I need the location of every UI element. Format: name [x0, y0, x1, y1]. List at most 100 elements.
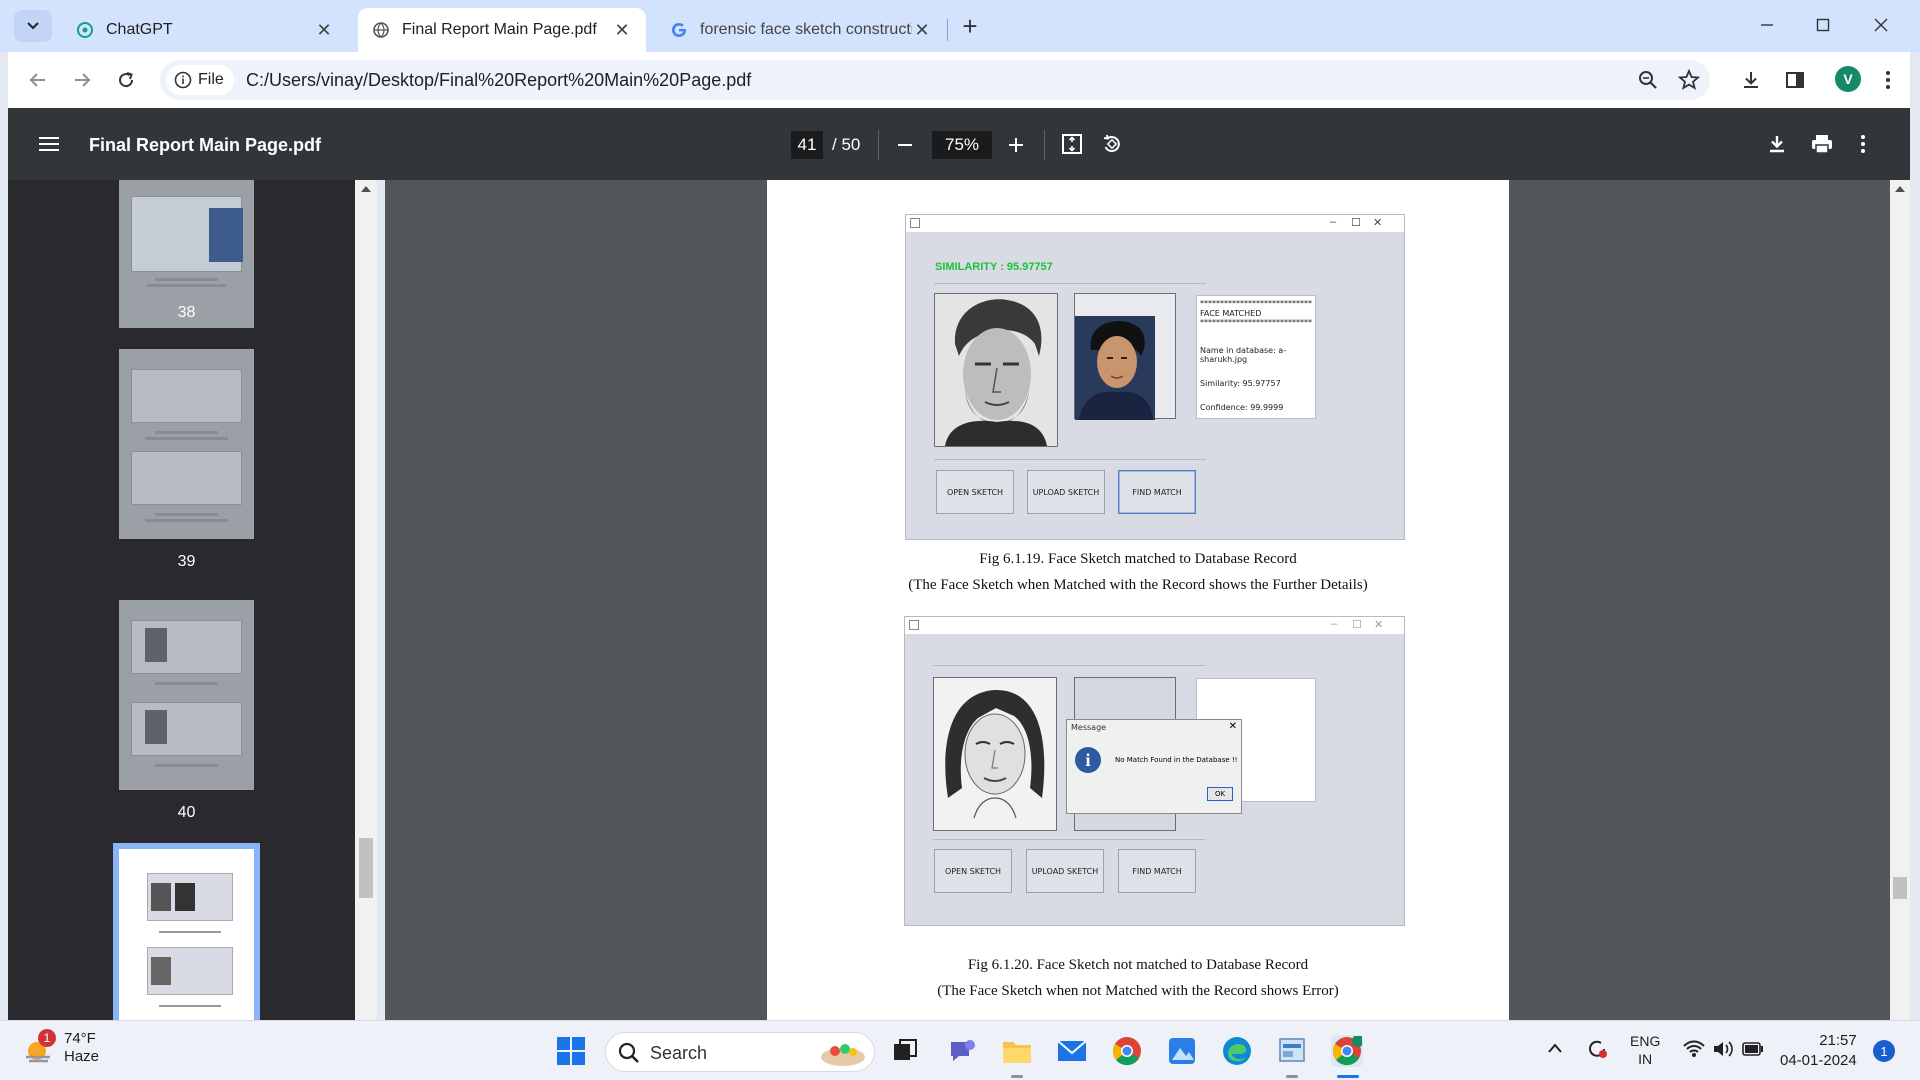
chatgpt-icon: [76, 21, 94, 39]
new-tab-button[interactable]: +: [955, 11, 985, 41]
teams-chat-icon[interactable]: [946, 1035, 978, 1067]
sync-icon[interactable]: [1585, 1037, 1609, 1066]
system-clock[interactable]: 21:57 04-01-2024: [1780, 1031, 1857, 1070]
document-scrollbar[interactable]: [1890, 180, 1910, 1020]
reload-button[interactable]: [110, 64, 142, 96]
maximize-icon: ☐: [1352, 619, 1362, 631]
bookmark-star-icon[interactable]: [1677, 68, 1701, 96]
browser-menu-button[interactable]: [1872, 64, 1904, 96]
sidebar-toggle-button[interactable]: [34, 129, 64, 159]
tab-chatgpt[interactable]: ChatGPT ✕: [62, 8, 348, 52]
page-thumbnail-41[interactable]: [113, 843, 260, 1020]
edge-icon[interactable]: [1221, 1035, 1253, 1067]
zoom-icon[interactable]: [1638, 70, 1658, 95]
app-titlebar: – ☐ ✕: [906, 215, 1404, 232]
document-scroll-thumb[interactable]: [1893, 877, 1907, 899]
profile-avatar[interactable]: V: [1835, 66, 1861, 92]
page-thumbnail-40[interactable]: [119, 600, 254, 790]
site-info-chip[interactable]: File: [166, 65, 234, 95]
page-number-input[interactable]: 41: [791, 131, 823, 159]
address-bar[interactable]: File C:/Users/vinay/Desktop/Final%20Repo…: [160, 60, 1710, 100]
wifi-icon[interactable]: [1683, 1040, 1705, 1063]
tab-final-report[interactable]: Final Report Main Page.pdf ✕: [358, 8, 646, 52]
info-line: FACE MATCHED: [1200, 308, 1262, 318]
sidebar-scrollbar[interactable]: [355, 180, 377, 1020]
weather-widget[interactable]: 1: [22, 1029, 56, 1072]
maximize-button[interactable]: [1803, 10, 1843, 40]
thumbnail-content: [151, 957, 171, 985]
taskbar-search[interactable]: Search: [605, 1032, 875, 1072]
thumbnail-content: [155, 278, 218, 281]
back-button[interactable]: [22, 64, 54, 96]
minimize-icon: –: [1331, 618, 1338, 630]
close-icon: ✕: [1228, 721, 1237, 732]
task-view-icon[interactable]: [889, 1035, 921, 1067]
info-line: Similarity: 95.97757: [1200, 378, 1281, 388]
windows-logo-icon: [557, 1037, 585, 1065]
zoom-out-button[interactable]: [890, 130, 920, 160]
plus-icon: [1009, 138, 1023, 152]
upload-sketch-button: UPLOAD SKETCH: [1026, 849, 1104, 893]
chrome-profile-icon[interactable]: [1331, 1035, 1363, 1067]
sidebar-scroll-thumb[interactable]: [359, 838, 373, 898]
app-icon: [909, 620, 919, 630]
scroll-up-arrow-icon[interactable]: [1895, 186, 1905, 192]
photos-icon[interactable]: [1166, 1035, 1198, 1067]
app-window-matched: – ☐ ✕ SIMILARITY : 95.97757 ************…: [905, 214, 1405, 540]
open-sketch-button: OPEN SKETCH: [934, 849, 1012, 893]
battery-icon[interactable]: [1742, 1042, 1764, 1061]
scroll-up-arrow-icon[interactable]: [361, 186, 371, 192]
page-thumbnail-39[interactable]: [119, 349, 254, 539]
divider: [878, 130, 879, 160]
matched-photo-frame: [1074, 293, 1176, 420]
app-icon: [910, 218, 920, 228]
notification-badge[interactable]: 1: [1873, 1040, 1895, 1062]
downloads-button[interactable]: [1735, 64, 1767, 96]
thumbnail-content: [147, 284, 226, 287]
close-tab-icon[interactable]: ✕: [912, 20, 932, 40]
start-button[interactable]: [555, 1035, 587, 1067]
file-explorer-icon[interactable]: [1001, 1035, 1033, 1067]
url-text[interactable]: C:/Users/vinay/Desktop/Final%20Report%20…: [246, 70, 751, 91]
tab-google-search[interactable]: forensic face sketch constructio ✕: [656, 8, 946, 52]
weather-badge: 1: [38, 1029, 56, 1047]
chrome-icon[interactable]: [1111, 1035, 1143, 1067]
dialog-title: Message: [1071, 723, 1107, 732]
dialog-message: No Match Found in the Database !!: [1115, 756, 1238, 764]
control-panel-icon[interactable]: [1276, 1035, 1308, 1067]
rotate-button[interactable]: [1097, 129, 1127, 159]
tab-search-button[interactable]: [14, 10, 52, 42]
thumbnail-page-number: 40: [177, 804, 196, 821]
side-panel-button[interactable]: [1779, 64, 1811, 96]
tab-title: forensic face sketch constructio: [700, 21, 912, 38]
tab-separator: [947, 19, 948, 41]
volume-icon[interactable]: [1712, 1040, 1734, 1063]
forward-button[interactable]: [66, 64, 98, 96]
chevron-down-icon: [27, 22, 39, 30]
weather-condition: Haze: [64, 1048, 100, 1065]
sketch-face-image: [934, 678, 1056, 830]
pdf-download-button[interactable]: [1762, 129, 1792, 159]
figure-caption: Fig 6.1.19. Face Sketch matched to Datab…: [979, 551, 1297, 567]
fit-to-page-button[interactable]: [1057, 129, 1087, 159]
document-viewport: – ☐ ✕ SIMILARITY : 95.97757 ************…: [385, 180, 1890, 1020]
print-button[interactable]: [1807, 129, 1837, 159]
zoom-level-input[interactable]: 75%: [932, 131, 992, 159]
minimize-button[interactable]: [1747, 10, 1787, 40]
zoom-in-button[interactable]: [1001, 130, 1031, 160]
sketch-image: [934, 293, 1058, 447]
info-line: Name in database: a-sharukh.jpg: [1200, 345, 1287, 365]
chevron-up-icon[interactable]: [1547, 1041, 1563, 1059]
pdf-toolbar: Final Report Main Page.pdf 41 / 50 75%: [8, 108, 1910, 180]
weather-text[interactable]: 74°F Haze: [64, 1030, 99, 1066]
close-tab-icon[interactable]: ✕: [314, 20, 334, 40]
close-window-button[interactable]: [1861, 10, 1901, 40]
pdf-more-button[interactable]: [1848, 129, 1878, 159]
figure-subcaption: (The Face Sketch when not Matched with t…: [937, 983, 1339, 999]
app-window-not-matched: – ☐ ✕ OPEN SKETCH UPLOAD SKETCH FIND MAT…: [904, 616, 1405, 926]
language-indicator[interactable]: ENG IN: [1630, 1032, 1660, 1068]
upload-sketch-button: UPLOAD SKETCH: [1027, 470, 1105, 514]
mail-icon[interactable]: [1056, 1035, 1088, 1067]
close-tab-icon[interactable]: ✕: [612, 20, 632, 40]
thumbnail-content: [155, 431, 218, 434]
